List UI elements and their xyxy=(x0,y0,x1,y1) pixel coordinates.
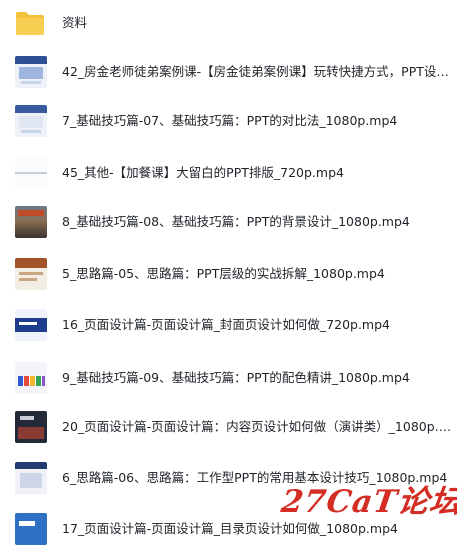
video-thumbnail-icon xyxy=(15,157,47,189)
watermark: 27CaT论坛 xyxy=(278,484,457,520)
list-item[interactable]: 42_房金老师徒弟案例课-【房金徒弟案例课】玩转快捷方式，PPT设计更... xyxy=(0,49,457,95)
file-name: 9_基础技巧篇-09、基础技巧篇：PPT的配色精讲_1080p.mp4 xyxy=(62,370,410,385)
file-name: 45_其他-【加餐课】大留白的PPT排版_720p.mp4 xyxy=(62,165,344,180)
video-thumbnail-icon xyxy=(15,206,47,238)
file-name: 5_思路篇-05、思路篇：PPT层级的实战拆解_1080p.mp4 xyxy=(62,266,385,281)
video-thumbnail-icon xyxy=(15,362,47,394)
list-item[interactable]: 16_页面设计篇-页面设计篇_封面页设计如何做_720p.mp4 xyxy=(0,302,457,348)
file-name: 资料 xyxy=(62,15,88,30)
video-thumbnail-icon xyxy=(15,105,47,137)
list-item[interactable]: 9_基础技巧篇-09、基础技巧篇：PPT的配色精讲_1080p.mp4 xyxy=(0,355,457,401)
file-name: 16_页面设计篇-页面设计篇_封面页设计如何做_720p.mp4 xyxy=(62,317,390,332)
list-item[interactable]: 20_页面设计篇-页面设计篇：内容页设计如何做（演讲类）_1080p.mp4 xyxy=(0,404,457,450)
list-item[interactable]: 5_思路篇-05、思路篇：PPT层级的实战拆解_1080p.mp4 xyxy=(0,251,457,297)
file-name: 42_房金老师徒弟案例课-【房金徒弟案例课】玩转快捷方式，PPT设计更... xyxy=(62,64,453,79)
folder-icon xyxy=(16,12,44,35)
file-name: 17_页面设计篇-页面设计篇_目录页设计如何做_1080p.mp4 xyxy=(62,521,398,536)
video-thumbnail-icon xyxy=(15,309,47,341)
list-item[interactable]: 资料 xyxy=(0,0,457,46)
video-thumbnail-icon xyxy=(15,411,47,443)
file-name: 7_基础技巧篇-07、基础技巧篇：PPT的对比法_1080p.mp4 xyxy=(62,113,398,128)
file-name: 8_基础技巧篇-08、基础技巧篇：PPT的背景设计_1080p.mp4 xyxy=(62,214,410,229)
file-name: 20_页面设计篇-页面设计篇：内容页设计如何做（演讲类）_1080p.mp4 xyxy=(62,419,453,434)
video-thumbnail-icon xyxy=(15,258,47,290)
video-thumbnail-icon xyxy=(15,462,47,494)
list-item[interactable]: 8_基础技巧篇-08、基础技巧篇：PPT的背景设计_1080p.mp4 xyxy=(0,199,457,245)
list-item[interactable]: 45_其他-【加餐课】大留白的PPT排版_720p.mp4 xyxy=(0,150,457,196)
video-thumbnail-icon xyxy=(15,513,47,545)
list-item[interactable]: 7_基础技巧篇-07、基础技巧篇：PPT的对比法_1080p.mp4 xyxy=(0,98,457,144)
video-thumbnail-icon xyxy=(15,56,47,88)
